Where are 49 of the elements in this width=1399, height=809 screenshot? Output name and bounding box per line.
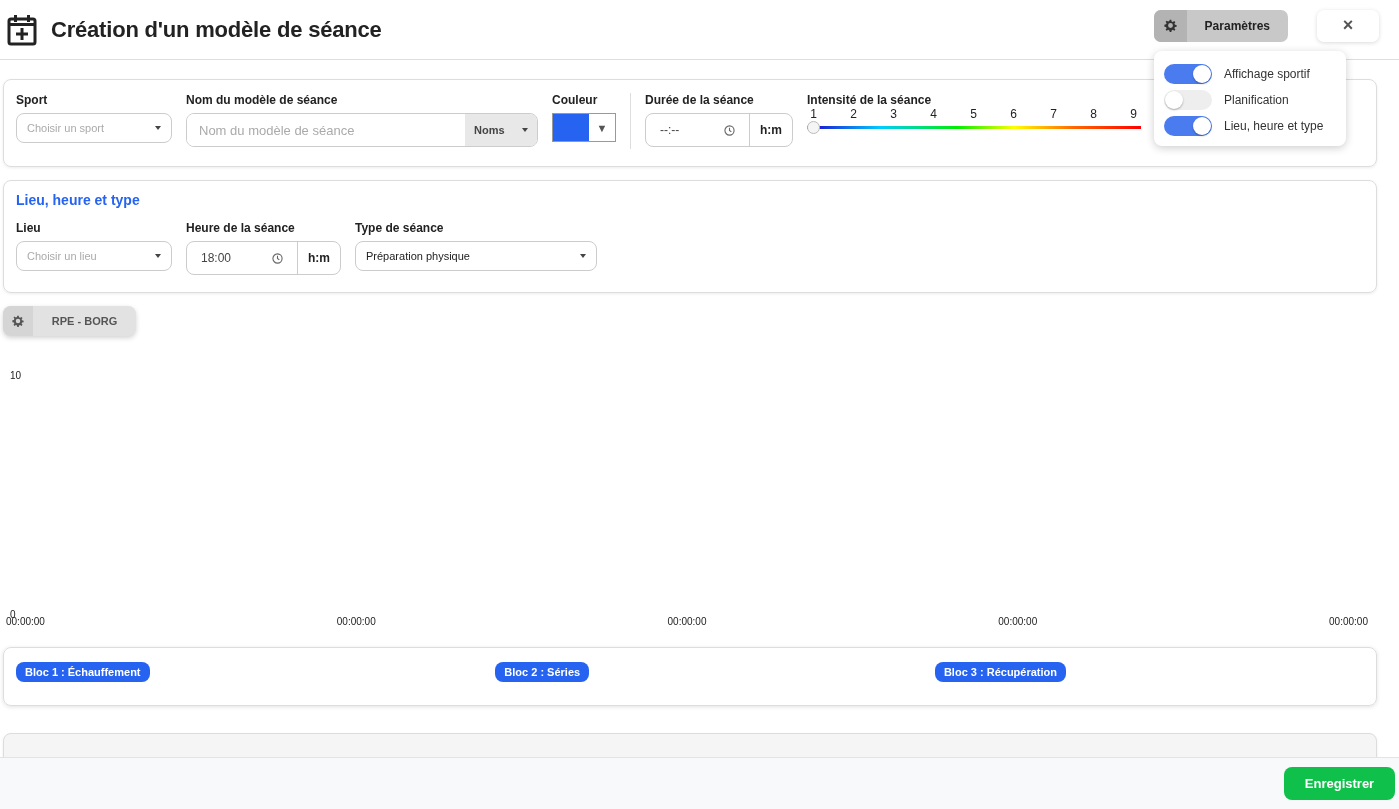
- scale-number: 2: [850, 107, 857, 121]
- field-label: Durée de la séance: [645, 93, 754, 107]
- caret-icon: [155, 254, 161, 258]
- page-title: Création d'un modèle de séance: [51, 16, 382, 43]
- block-tag[interactable]: Bloc 2 : Séries: [495, 662, 590, 682]
- toggle-switch[interactable]: [1164, 90, 1212, 110]
- scale-number: 9: [1130, 107, 1137, 121]
- block-tag[interactable]: Bloc 1 : Échauffement: [16, 662, 150, 682]
- names-dropdown[interactable]: Noms: [465, 114, 537, 146]
- field-label: Couleur: [552, 93, 598, 107]
- color-picker[interactable]: ▼: [552, 113, 616, 142]
- toggle-switch[interactable]: [1164, 64, 1212, 84]
- field-label: Intensité de la séance: [807, 93, 932, 107]
- settings-icon: [12, 315, 24, 327]
- rpe-button[interactable]: RPE - BORG: [3, 306, 136, 336]
- scale-number: 1: [810, 107, 817, 121]
- settings-icon: [1163, 19, 1177, 32]
- field-label: Nom du modèle de séance: [186, 93, 338, 107]
- axis-label: 00:00:00: [1329, 616, 1368, 627]
- caret-icon: ▼: [589, 114, 615, 141]
- toggle-label: Lieu, heure et type: [1224, 119, 1324, 133]
- toggle-switch[interactable]: [1164, 116, 1212, 136]
- field-label: Lieu: [16, 221, 41, 235]
- toggle-label: Affichage sportif: [1224, 67, 1310, 81]
- field-label: Heure de la séance: [186, 221, 295, 235]
- scale-number: 4: [930, 107, 937, 121]
- field-label: Sport: [16, 93, 48, 107]
- close-button[interactable]: ×: [1317, 9, 1379, 42]
- field-label: Type de séance: [355, 221, 444, 235]
- settings-button[interactable]: Paramètres: [1153, 9, 1288, 42]
- axis-label: 00:00:00: [336, 616, 376, 627]
- scale-number: 7: [1050, 107, 1057, 121]
- section-title: Lieu, heure et type: [16, 192, 141, 208]
- caret-icon: [522, 128, 528, 132]
- scale-number: 6: [1010, 107, 1017, 121]
- caret-icon: [580, 254, 586, 258]
- session-type-select[interactable]: Préparation physique: [355, 241, 597, 271]
- axis-label: 00:00:00: [667, 616, 707, 627]
- scale-number: 5: [970, 107, 977, 121]
- scale-number: 8: [1090, 107, 1097, 121]
- axis-label: 10: [10, 370, 22, 381]
- name-input-field[interactable]: Nom du modèle de séance Noms: [186, 113, 538, 147]
- block-tag[interactable]: Bloc 3 : Récupération: [934, 662, 1066, 682]
- axis-label: 00:00:00: [998, 616, 1038, 627]
- calendar-plus-icon: [7, 13, 37, 46]
- scale-number: 3: [890, 107, 897, 121]
- toggle-label: Planification: [1224, 93, 1289, 107]
- caret-icon: [155, 126, 161, 130]
- slider-thumb[interactable]: [807, 121, 820, 134]
